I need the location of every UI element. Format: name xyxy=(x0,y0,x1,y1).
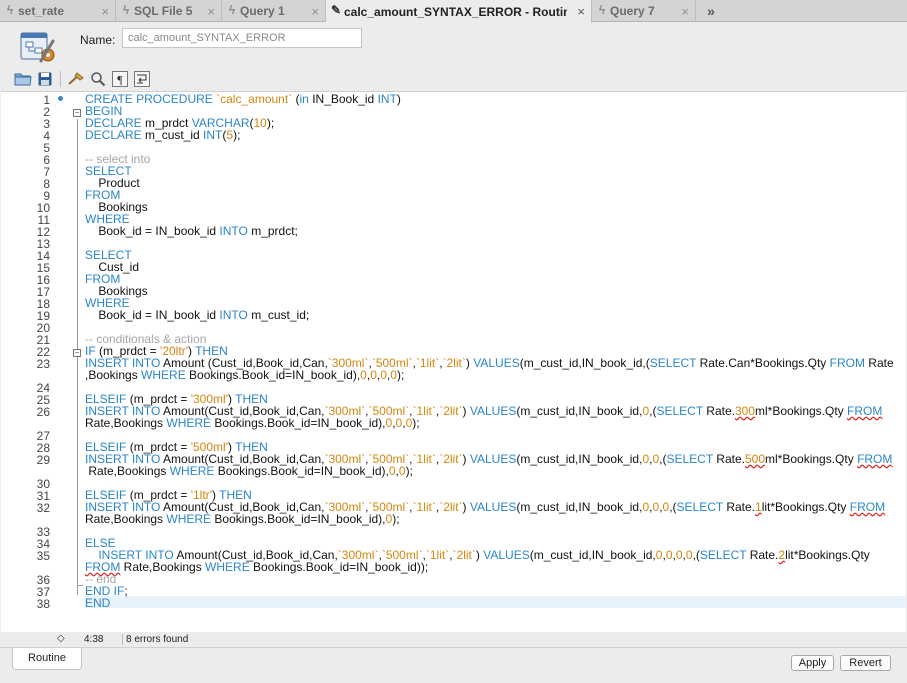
code-line: Rate,Bookings WHERE Bookings.Book_id=IN_… xyxy=(85,512,400,526)
tab-label: set_rate xyxy=(18,4,65,18)
tab-set-rate[interactable]: ϟ set_rate × xyxy=(0,0,116,22)
tab-query-7[interactable]: ϟ Query 7 × xyxy=(592,0,696,22)
line-number: 35 xyxy=(36,549,50,563)
code-line: Rate,Bookings WHERE Bookings.Book_id=IN_… xyxy=(85,416,420,430)
breakpoint-marker xyxy=(58,96,63,101)
svg-text:¶: ¶ xyxy=(117,73,123,87)
tab-label: SQL File 5 xyxy=(134,4,193,18)
line-number: 38 xyxy=(36,597,50,611)
tab-query-1[interactable]: ϟ Query 1 × xyxy=(222,0,326,22)
wrap-icon[interactable] xyxy=(131,69,153,89)
fold-toggle-begin[interactable]: − xyxy=(73,109,81,117)
lightning-icon: ϟ xyxy=(598,3,606,17)
wrench-icon: ✎ xyxy=(330,3,342,17)
current-line-highlight xyxy=(85,596,906,608)
revert-button[interactable]: Revert xyxy=(840,655,891,671)
fold-toggle-if[interactable]: − xyxy=(73,349,81,357)
lightning-icon: ϟ xyxy=(228,3,236,17)
line-number: 29 xyxy=(36,453,50,467)
code-line: Book_id = IN_book_id INTO m_cust_id; xyxy=(85,308,310,322)
tab-calc-amount-syntax-error-routine[interactable]: ✎ calc_amount_SYNTAX_ERROR - Routine × xyxy=(326,0,592,23)
line-gutter: 1 2 3 4 5 6 7 8 9 10 11 12 13 14 15 16 17 18 19 20 21 22 23 24 2… xyxy=(1,92,71,632)
code-line: Rate,Bookings WHERE Bookings.Book_id=IN_… xyxy=(85,464,413,478)
sql-editor[interactable]: 1 2 3 4 5 6 7 8 9 10 11 12 13 14 15 16 17 18 19 20 21 22 23 24 2… xyxy=(1,91,906,632)
routine-name-input[interactable] xyxy=(122,28,362,48)
cursor-position: 4:38 xyxy=(84,634,104,645)
close-icon[interactable]: × xyxy=(681,4,689,19)
apply-button[interactable]: Apply xyxy=(791,655,834,671)
code-line: DECLARE m_cust_id INT(5); xyxy=(85,128,241,142)
close-icon[interactable]: × xyxy=(207,4,215,19)
tab-bar: ϟ set_rate × ϟ SQL File 5 × ϟ Query 1 × ✎ calc_amo… xyxy=(0,0,907,23)
folder-open-icon[interactable] xyxy=(12,69,34,89)
code-line: CREATE PROCEDURE `calc_amount` (in IN_Bo… xyxy=(85,92,401,106)
lightning-icon: ϟ xyxy=(6,3,14,17)
bottom-panel: Routine Apply Revert xyxy=(0,647,907,683)
line-number: 26 xyxy=(36,405,50,419)
close-icon[interactable]: × xyxy=(577,4,585,19)
code-line: ,Bookings WHERE Bookings.Book_id=IN_book… xyxy=(85,368,405,382)
close-icon[interactable]: × xyxy=(311,4,319,19)
code-line: END xyxy=(85,596,111,610)
code-line: Book_id = IN_book_id INTO m_prdct; xyxy=(85,224,298,238)
error-count: 8 errors found xyxy=(122,634,188,645)
tab-label: Query 7 xyxy=(610,4,655,18)
editor-toolbar: ¶ xyxy=(0,68,907,90)
line-number: 32 xyxy=(36,501,50,515)
invisible-chars-icon[interactable]: ¶ xyxy=(109,69,131,89)
tab-label: calc_amount_SYNTAX_ERROR - Routine xyxy=(344,4,568,19)
status-bar: ◇ 4:38 8 errors found xyxy=(0,633,907,647)
code-line: FROM Rate,Bookings WHERE Bookings.Book_i… xyxy=(85,560,429,574)
routine-icon xyxy=(19,29,57,65)
find-icon[interactable] xyxy=(87,69,109,89)
tab-sql-file-5[interactable]: ϟ SQL File 5 × xyxy=(116,0,222,22)
close-icon[interactable]: × xyxy=(101,4,109,19)
fold-end-marker xyxy=(77,585,83,586)
routine-header: Name: xyxy=(0,23,907,68)
tab-routine[interactable]: Routine xyxy=(12,648,82,670)
lightning-icon: ϟ xyxy=(122,3,130,17)
fold-guide xyxy=(77,359,78,585)
beautify-icon[interactable] xyxy=(65,69,87,89)
stepper-icon[interactable]: ◇ xyxy=(57,633,65,644)
toolbar-separator xyxy=(60,71,61,87)
tab-label: Query 1 xyxy=(240,4,285,18)
save-icon[interactable] xyxy=(34,69,56,89)
tab-overflow-icon[interactable]: » xyxy=(696,0,726,22)
line-number: 23 xyxy=(36,357,50,371)
name-label: Name: xyxy=(80,33,116,47)
